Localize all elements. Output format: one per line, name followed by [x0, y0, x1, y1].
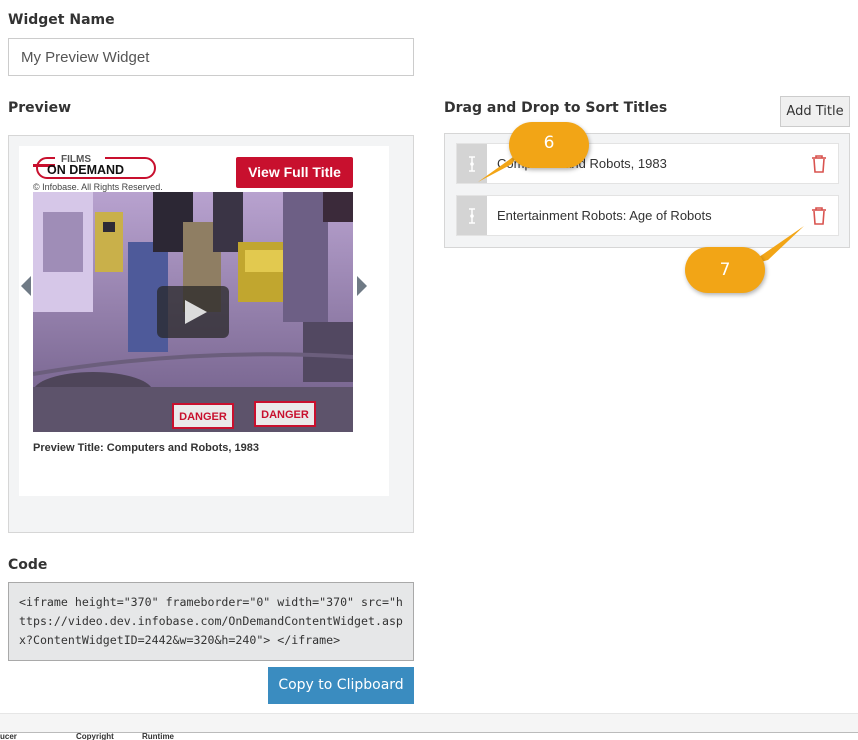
column-header: ucer: [0, 732, 17, 740]
films-on-demand-logo: FILMS ON DEMAND: [33, 154, 156, 179]
callout-badge: 7: [685, 247, 765, 293]
preview-title: Preview Title: Computers and Robots, 198…: [33, 442, 259, 454]
view-full-title-button[interactable]: View Full Title: [236, 157, 353, 188]
sort-titles-label: Drag and Drop to Sort Titles: [444, 100, 668, 116]
carousel-next-arrow[interactable]: [357, 276, 367, 296]
trash-icon[interactable]: [809, 154, 829, 174]
bottom-table-header: ucer Copyright Runtime: [0, 732, 858, 740]
svg-text:DANGER: DANGER: [261, 409, 309, 421]
code-label: Code: [8, 557, 48, 573]
widget-name-label: Widget Name: [8, 12, 115, 28]
copy-to-clipboard-button[interactable]: Copy to Clipboard: [268, 667, 414, 704]
preview-label: Preview: [8, 100, 72, 116]
drag-handle-icon[interactable]: [457, 196, 487, 235]
embed-code-box[interactable]: <iframe height="370" frameborder="0" wid…: [8, 582, 414, 661]
widget-name-input[interactable]: [8, 38, 414, 76]
column-header: Copyright: [76, 732, 114, 740]
column-header: Runtime: [142, 732, 174, 740]
title-row-label: Entertainment Robots: Age of Robots: [497, 208, 712, 223]
svg-text:DANGER: DANGER: [179, 411, 227, 423]
svg-text:ON DEMAND: ON DEMAND: [47, 163, 124, 177]
carousel-prev-arrow[interactable]: [21, 276, 31, 296]
callout-badge: 6: [509, 122, 589, 168]
add-title-button[interactable]: Add Title: [780, 96, 850, 127]
play-button[interactable]: [157, 286, 229, 338]
trash-icon[interactable]: [809, 206, 829, 226]
copyright-text: © Infobase. All Rights Reserved.: [33, 182, 163, 192]
